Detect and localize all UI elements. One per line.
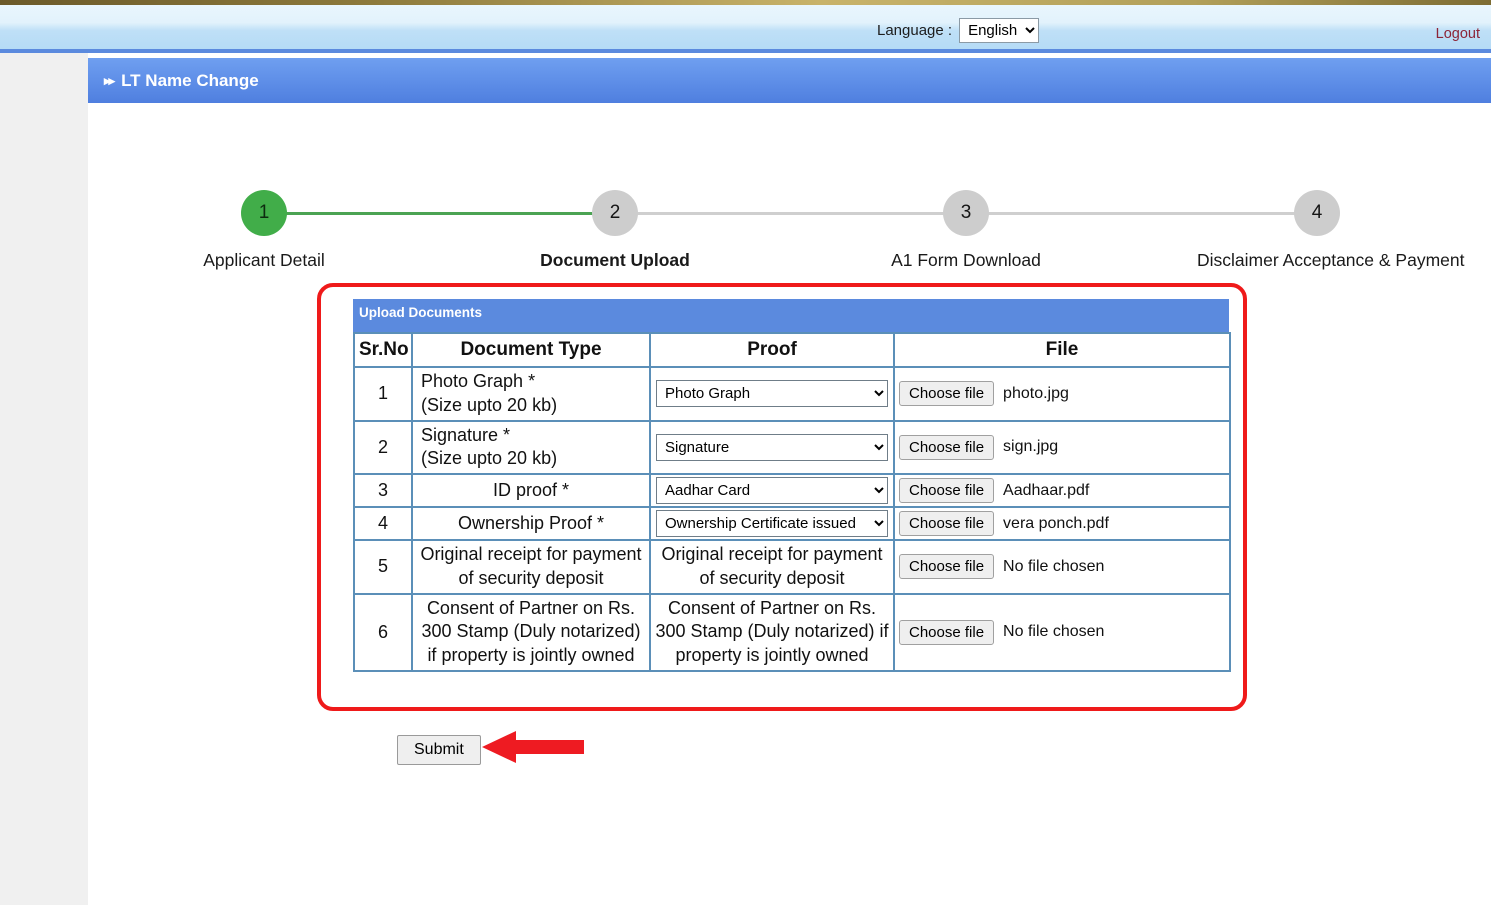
submit-button[interactable]: Submit xyxy=(397,735,481,765)
table-row: 2 Signature * (Size upto 20 kb) Signatur… xyxy=(353,419,1231,475)
cell-proof: Photo Graph xyxy=(649,366,895,422)
cell-file: Choose file No file chosen xyxy=(893,539,1231,595)
choose-file-button[interactable]: Choose file xyxy=(899,381,995,407)
document-type-line-1: Photo Graph * xyxy=(421,371,536,391)
cell-document-type: Consent of Partner on Rs. 300 Stamp (Dul… xyxy=(411,592,651,672)
step-connector-1-2 xyxy=(265,212,616,215)
logout-link[interactable]: Logout xyxy=(1436,26,1480,42)
upload-documents-panel: Upload Documents Sr.No Document Type Pro… xyxy=(353,299,1231,672)
step-connector-3-4 xyxy=(967,212,1318,215)
step-number-badge: 4 xyxy=(1294,190,1340,236)
table-row: 1 Photo Graph * (Size upto 20 kb) Photo … xyxy=(353,366,1231,422)
document-type-line-2: (Size upto 20 kb) xyxy=(421,394,558,415)
table-row: 3 ID proof * Aadhar Card Choose file Aad… xyxy=(353,473,1231,508)
step-number-badge: 1 xyxy=(241,190,287,236)
progress-stepper: 1 Applicant Detail 2 Document Upload 3 A… xyxy=(88,190,1491,280)
cell-file: Choose file Aadhaar.pdf xyxy=(893,473,1231,508)
cell-proof: Original receipt for payment of security… xyxy=(649,539,895,595)
cell-document-type: Signature * (Size upto 20 kb) xyxy=(411,419,651,475)
language-select[interactable]: English xyxy=(959,18,1040,43)
step-document-upload[interactable]: 2 Document Upload xyxy=(495,190,735,271)
cell-srno: 2 xyxy=(353,419,413,475)
cell-srno: 5 xyxy=(353,539,413,595)
cell-file: Choose file sign.jpg xyxy=(893,419,1231,475)
column-header-srno: Sr.No xyxy=(353,332,413,368)
document-type-line-2: (Size upto 20 kb) xyxy=(421,448,558,469)
cell-document-type: Photo Graph * (Size upto 20 kb) xyxy=(411,366,651,422)
document-type-line-1: Signature * xyxy=(421,424,511,445)
step-applicant-detail[interactable]: 1 Applicant Detail xyxy=(144,190,384,271)
page-title-bar: ▸▸ LT Name Change xyxy=(88,58,1491,103)
cell-file: Choose file vera ponch.pdf xyxy=(893,506,1231,541)
cell-document-type: ID proof * xyxy=(411,473,651,508)
top-bar: Language : English Logout xyxy=(0,5,1491,49)
cell-proof: Ownership Certificate issued xyxy=(649,506,895,541)
choose-file-button[interactable]: Choose file xyxy=(899,619,995,645)
file-name-label: vera ponch.pdf xyxy=(1003,514,1109,532)
step-disclaimer-acceptance-payment[interactable]: 4 Disclaimer Acceptance & Payment xyxy=(1197,190,1465,271)
cell-proof: Consent of Partner on Rs. 300 Stamp (Dul… xyxy=(649,592,895,672)
file-name-label: Aadhaar.pdf xyxy=(1003,481,1090,499)
step-label: Applicant Detail xyxy=(203,250,325,270)
choose-file-button[interactable]: Choose file xyxy=(899,554,995,580)
table-row: 5 Original receipt for payment of securi… xyxy=(353,539,1231,595)
file-name-label: photo.jpg xyxy=(1003,384,1069,402)
cell-srno: 3 xyxy=(353,473,413,508)
proof-select-id-proof[interactable]: Aadhar Card xyxy=(656,477,888,504)
language-selector-group: Language : English xyxy=(877,18,1040,43)
file-name-label: No file chosen xyxy=(1003,557,1105,575)
topbar-divider xyxy=(0,49,1491,53)
step-connector-2-3 xyxy=(616,212,967,215)
cell-proof: Signature xyxy=(649,419,895,475)
cell-file: Choose file photo.jpg xyxy=(893,366,1231,422)
step-a1-form-download[interactable]: 3 A1 Form Download xyxy=(846,190,1086,271)
language-label: Language : xyxy=(877,22,953,39)
cell-document-type: Ownership Proof * xyxy=(411,506,651,541)
column-header-proof: Proof xyxy=(649,332,895,368)
cell-file: Choose file No file chosen xyxy=(893,592,1231,672)
cell-proof: Aadhar Card xyxy=(649,473,895,508)
table-row: 4 Ownership Proof * Ownership Certificat… xyxy=(353,506,1231,541)
column-header-document-type: Document Type xyxy=(411,332,651,368)
step-label: Disclaimer Acceptance & Payment xyxy=(1197,250,1465,270)
cell-srno: 1 xyxy=(353,366,413,422)
upload-documents-caption: Upload Documents xyxy=(353,299,1229,332)
double-chevron-right-icon: ▸▸ xyxy=(104,73,115,88)
step-label: A1 Form Download xyxy=(891,250,1041,270)
step-label: Document Upload xyxy=(540,250,690,270)
proof-select-signature[interactable]: Signature xyxy=(656,433,888,461)
file-name-label: sign.jpg xyxy=(1003,438,1059,456)
choose-file-button[interactable]: Choose file xyxy=(899,434,995,460)
cell-srno: 6 xyxy=(353,592,413,672)
cell-document-type: Original receipt for payment of security… xyxy=(411,539,651,595)
choose-file-button[interactable]: Choose file xyxy=(899,511,995,536)
upload-documents-table: Sr.No Document Type Proof File 1 Photo G… xyxy=(353,332,1231,672)
left-rail xyxy=(0,53,88,905)
page-title: LT Name Change xyxy=(121,70,259,90)
proof-select-photo-graph[interactable]: Photo Graph xyxy=(656,380,888,408)
red-pointer-arrow-icon xyxy=(482,731,584,763)
step-number-badge: 3 xyxy=(943,190,989,236)
cell-srno: 4 xyxy=(353,506,413,541)
choose-file-button[interactable]: Choose file xyxy=(899,478,995,503)
table-header-row: Sr.No Document Type Proof File xyxy=(353,332,1231,368)
table-row: 6 Consent of Partner on Rs. 300 Stamp (D… xyxy=(353,592,1231,672)
proof-select-ownership-proof[interactable]: Ownership Certificate issued xyxy=(656,510,888,537)
file-name-label: No file chosen xyxy=(1003,623,1105,641)
step-number-badge: 2 xyxy=(592,190,638,236)
column-header-file: File xyxy=(893,332,1231,368)
